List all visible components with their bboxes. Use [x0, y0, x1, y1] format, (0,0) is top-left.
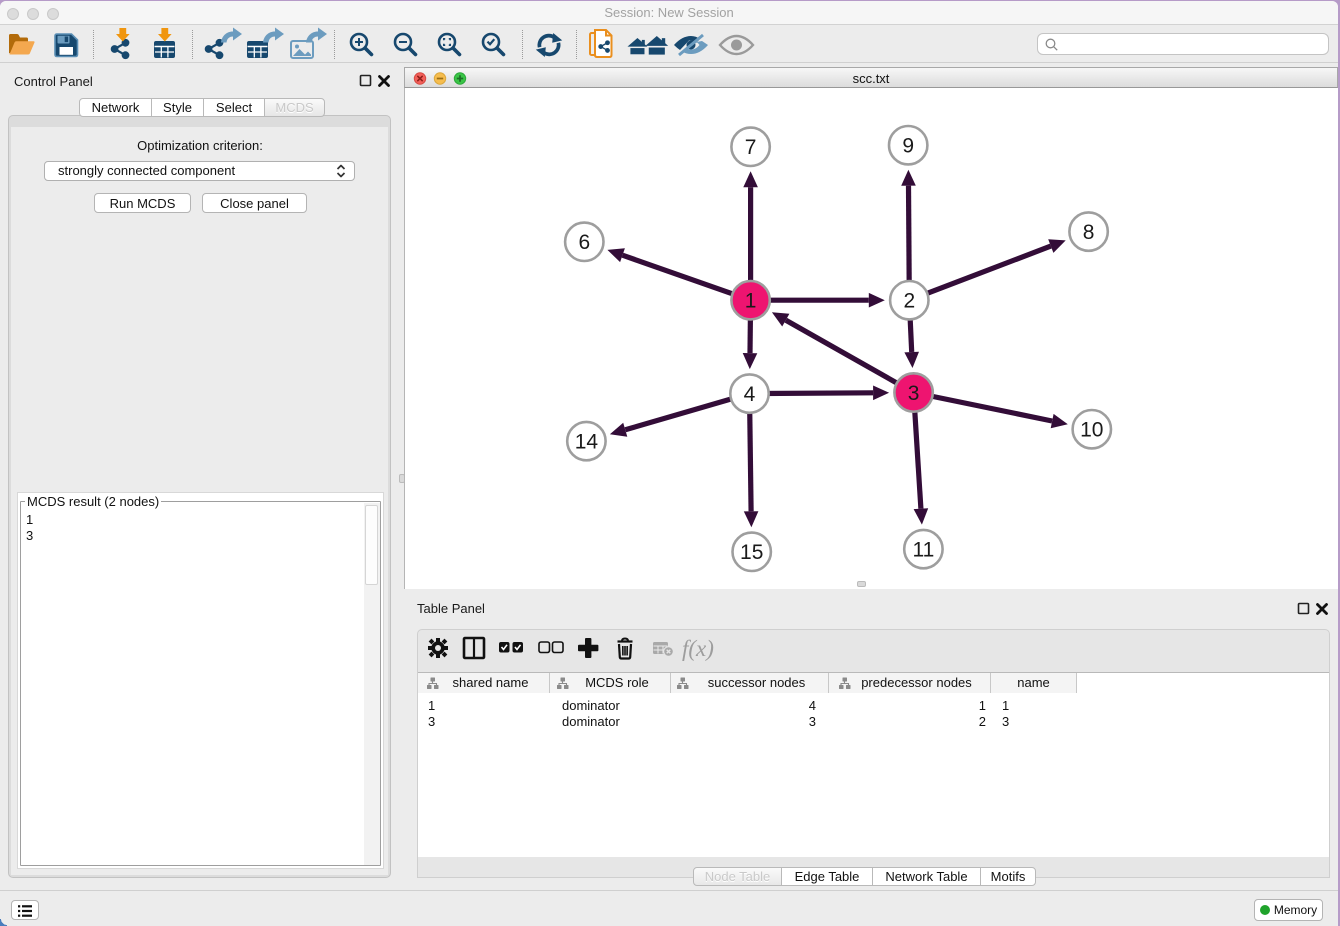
svg-text:9: 9	[902, 135, 914, 158]
svg-text:15: 15	[740, 541, 763, 564]
svg-text:3: 3	[908, 382, 920, 405]
svg-text:14: 14	[575, 430, 599, 453]
svg-text:7: 7	[745, 136, 757, 159]
svg-text:4: 4	[744, 383, 756, 406]
svg-text:8: 8	[1083, 221, 1095, 244]
svg-text:10: 10	[1080, 419, 1103, 442]
svg-text:f(x): f(x)	[682, 636, 714, 661]
svg-text:1: 1	[745, 290, 757, 313]
svg-text:6: 6	[578, 231, 590, 254]
svg-text:11: 11	[912, 538, 934, 561]
svg-text:2: 2	[903, 290, 915, 313]
